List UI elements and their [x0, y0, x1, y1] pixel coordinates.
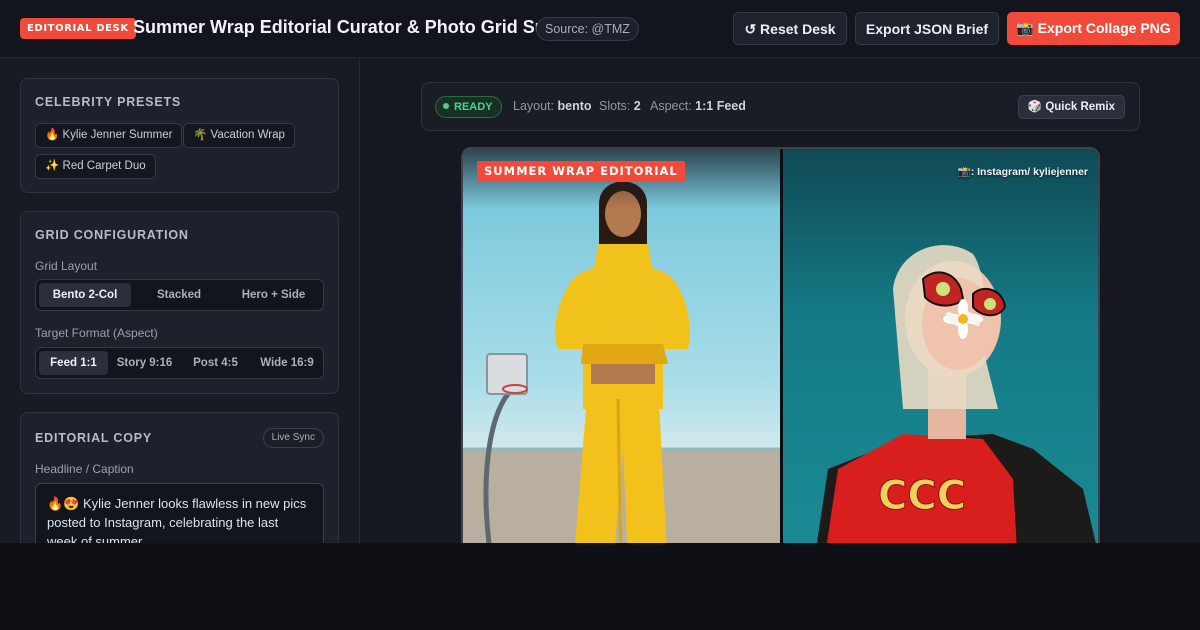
meta-slots-value: 2 — [633, 99, 641, 113]
aspect-option-feed[interactable]: Feed 1:1 — [39, 351, 108, 375]
celebrity-presets-card: CELEBRITY PRESETS 🔥 Kylie Jenner Summer … — [20, 78, 339, 193]
preset-chip-kylie[interactable]: 🔥 Kylie Jenner Summer — [35, 123, 183, 148]
photo-credit: 📸: Instagram/ kyliejenner — [957, 166, 1088, 178]
app-title: Summer Wrap Editorial Curator & Photo Gr… — [133, 17, 567, 37]
reset-desk-button[interactable]: ↺ Reset Desk — [733, 12, 847, 45]
meta-slots: Slots: 2 — [599, 99, 641, 113]
meta-layout-value: bento — [557, 99, 592, 113]
preset-chip-vacation[interactable]: 🌴 Vacation Wrap — [183, 123, 295, 148]
grid-layout-segmented: Bento 2-Col Stacked Hero + Side — [35, 279, 324, 311]
layout-option-stacked[interactable]: Stacked — [133, 283, 225, 307]
aspect-option-wide[interactable]: Wide 16:9 — [252, 351, 322, 375]
editorial-copy-card: EDITORIAL COPY Live Sync Headline / Capt… — [20, 412, 339, 543]
grid-config-title: GRID CONFIGURATION — [35, 228, 189, 242]
meta-aspect: Aspect: 1:1 Feed — [650, 99, 746, 113]
sidebar: CELEBRITY PRESETS 🔥 Kylie Jenner Summer … — [0, 58, 360, 543]
overlay-headline-tag: SUMMER WRAP EDITORIAL — [477, 161, 685, 182]
presets-title: CELEBRITY PRESETS — [35, 95, 182, 109]
quick-remix-button[interactable]: 🎲 Quick Remix — [1017, 95, 1125, 119]
grid-configuration-card: GRID CONFIGURATION Grid Layout Bento 2-C… — [20, 211, 339, 394]
photo-yellow-outfit — [463, 149, 780, 543]
source-pill: Source: @TMZ — [536, 17, 639, 41]
app-window: EDITORIAL DESK Summer Wrap Editorial Cur… — [0, 0, 1200, 543]
aspect-label: Target Format (Aspect) — [35, 326, 158, 340]
aspect-option-post[interactable]: Post 4:5 — [181, 351, 250, 375]
aspect-option-story[interactable]: Story 9:16 — [110, 351, 179, 375]
live-sync-badge: Live Sync — [262, 428, 324, 448]
status-bar: READY Layout: bento Slots: 2 Aspect: 1:1… — [421, 82, 1140, 131]
photo-slot-right[interactable]: CCC 📸: Instagram/ kyliejenner — [783, 149, 1098, 543]
headline-textarea[interactable]: 🔥😍 Kylie Jenner looks flawless in new pi… — [35, 483, 324, 543]
layout-option-hero-side[interactable]: Hero + Side — [227, 283, 320, 307]
ready-label: READY — [454, 101, 493, 113]
editorial-desk-badge: EDITORIAL DESK — [20, 18, 136, 39]
ready-badge: READY — [435, 96, 502, 118]
meta-layout-key: Layout: — [513, 99, 555, 113]
photo-slot-left[interactable]: SUMMER WRAP EDITORIAL — [463, 149, 780, 543]
export-json-button[interactable]: Export JSON Brief — [855, 12, 999, 45]
svg-text:CCC: CCC — [878, 473, 966, 519]
preset-chip-red-carpet[interactable]: ✨ Red Carpet Duo — [35, 154, 156, 179]
editorial-copy-title: EDITORIAL COPY — [35, 431, 153, 445]
export-png-button[interactable]: 📸 Export Collage PNG — [1007, 12, 1180, 45]
ready-dot-icon — [443, 103, 449, 109]
headline-label: Headline / Caption — [35, 462, 134, 476]
layout-option-bento[interactable]: Bento 2-Col — [39, 283, 131, 307]
meta-slots-key: Slots: — [599, 99, 631, 113]
aspect-segmented: Feed 1:1 Story 9:16 Post 4:5 Wide 16:9 — [35, 347, 324, 379]
top-header: EDITORIAL DESK Summer Wrap Editorial Cur… — [0, 0, 1200, 58]
main-canvas: READY Layout: bento Slots: 2 Aspect: 1:1… — [361, 58, 1200, 543]
meta-aspect-key: Aspect: — [650, 99, 692, 113]
grid-layout-label: Grid Layout — [35, 259, 98, 273]
photo-sunglasses-flower: CCC — [783, 149, 1098, 543]
meta-aspect-value: 1:1 Feed — [695, 99, 746, 113]
meta-layout: Layout: bento — [513, 99, 592, 113]
collage-preview: SUMMER WRAP EDITORIAL CCC 📸: Instagram/ … — [461, 147, 1100, 543]
